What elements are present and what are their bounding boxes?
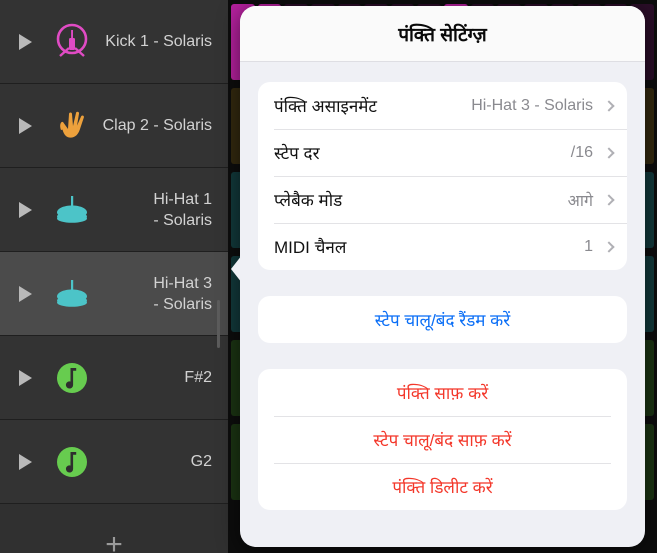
randomize-steps-button[interactable]: स्टेप चालू/बंद रैंडम करें <box>258 296 627 343</box>
setting-row[interactable]: प्लेबैक मोड आगे <box>258 176 627 223</box>
play-triangle-icon <box>18 369 32 386</box>
play-triangle-icon <box>18 201 32 218</box>
chevron-right-icon <box>603 99 615 112</box>
track-row[interactable]: Kick 1 - Solaris <box>0 0 228 84</box>
chevron-right-icon <box>603 240 615 253</box>
track-label: Kick 1 - Solaris <box>105 33 212 50</box>
page-title: पंक्ति सेटिंग्ज़ <box>398 24 487 46</box>
destructive-action-button[interactable]: पंक्ति साफ़ करें <box>258 369 627 416</box>
track-list-sidebar[interactable]: Kick 1 - Solaris Clap 2 - Solaris Hi-Hat 1… <box>0 0 228 553</box>
track-instrument-icon <box>42 355 102 401</box>
track-label: F#2 <box>184 369 212 386</box>
music-note-icon <box>57 362 87 393</box>
plus-icon[interactable]: + <box>105 530 123 553</box>
clap-hand-icon <box>60 111 84 138</box>
track-row[interactable]: Clap 2 - Solaris <box>0 84 228 168</box>
track-instrument-icon <box>42 187 102 233</box>
popup-body: पंक्ति असाइनमेंट Hi-Hat 3 - Solaris स्टेप … <box>240 62 645 547</box>
setting-value: Hi-Hat 3 - Solaris <box>471 96 593 114</box>
hi-hat-icon <box>57 195 87 223</box>
track-label: Clap 2 - Solaris <box>102 117 212 134</box>
play-button[interactable] <box>8 285 42 302</box>
setting-row[interactable]: MIDI चैनल 1 <box>258 223 627 270</box>
setting-label: प्लेबैक मोड <box>274 191 343 210</box>
play-triangle-icon <box>18 33 32 50</box>
setting-row[interactable]: स्टेप दर/16 <box>258 129 627 176</box>
destructive-actions-card: पंक्ति साफ़ करें स्टेप चालू/बंद साफ़ करें… <box>258 369 627 510</box>
hi-hat-icon <box>57 279 87 307</box>
chevron-right-icon <box>603 193 615 206</box>
sidebar-scrollbar[interactable] <box>217 300 220 348</box>
play-button[interactable] <box>8 33 42 50</box>
setting-label: स्टेप दर <box>274 144 320 163</box>
setting-value: /16 <box>570 143 593 161</box>
popup-caret-icon <box>231 255 242 283</box>
destructive-action-button[interactable]: स्टेप चालू/बंद साफ़ करें <box>258 416 627 463</box>
setting-row[interactable]: पंक्ति असाइनमेंट Hi-Hat 3 - Solaris <box>258 82 627 129</box>
track-instrument-icon <box>42 19 102 65</box>
play-button[interactable] <box>8 117 42 134</box>
popup-header: पंक्ति सेटिंग्ज़ <box>240 6 645 62</box>
play-button[interactable] <box>8 201 42 218</box>
kick-drum-icon <box>56 23 88 57</box>
setting-label: पंक्ति असाइनमेंट <box>274 97 377 116</box>
settings-card: पंक्ति असाइनमेंट Hi-Hat 3 - Solaris स्टेप … <box>258 82 627 270</box>
add-track-row[interactable]: + <box>0 504 228 553</box>
destructive-action-button[interactable]: पंक्ति डिलीट करें <box>258 463 627 510</box>
play-triangle-icon <box>18 285 32 302</box>
track-label: Hi-Hat 1 - Solaris <box>153 190 212 229</box>
sequencer-screen: Kick 1 - Solaris Clap 2 - Solaris Hi-Hat 1… <box>0 0 657 553</box>
play-triangle-icon <box>18 453 32 470</box>
play-button[interactable] <box>8 369 42 386</box>
music-note-icon <box>57 446 87 477</box>
track-label: G2 <box>190 453 212 470</box>
track-instrument-icon <box>42 439 102 485</box>
track-row[interactable]: Hi-Hat 1 - Solaris <box>0 168 228 252</box>
track-instrument-icon <box>42 271 102 317</box>
row-settings-popup: पंक्ति सेटिंग्ज़ पंक्ति असाइनमेंट Hi-Hat … <box>240 6 645 547</box>
play-button[interactable] <box>8 453 42 470</box>
setting-value: 1 <box>584 237 593 255</box>
setting-label: MIDI चैनल <box>274 238 347 257</box>
track-row[interactable]: Hi-Hat 3 - Solaris <box>0 252 228 336</box>
play-triangle-icon <box>18 117 32 134</box>
track-row[interactable]: G2 <box>0 420 228 504</box>
setting-value: आगे <box>567 192 593 210</box>
track-instrument-icon <box>42 103 102 149</box>
randomize-card: स्टेप चालू/बंद रैंडम करें <box>258 296 627 343</box>
track-row[interactable]: F#2 <box>0 336 228 420</box>
track-label: Hi-Hat 3 - Solaris <box>153 274 212 313</box>
chevron-right-icon <box>603 146 615 159</box>
